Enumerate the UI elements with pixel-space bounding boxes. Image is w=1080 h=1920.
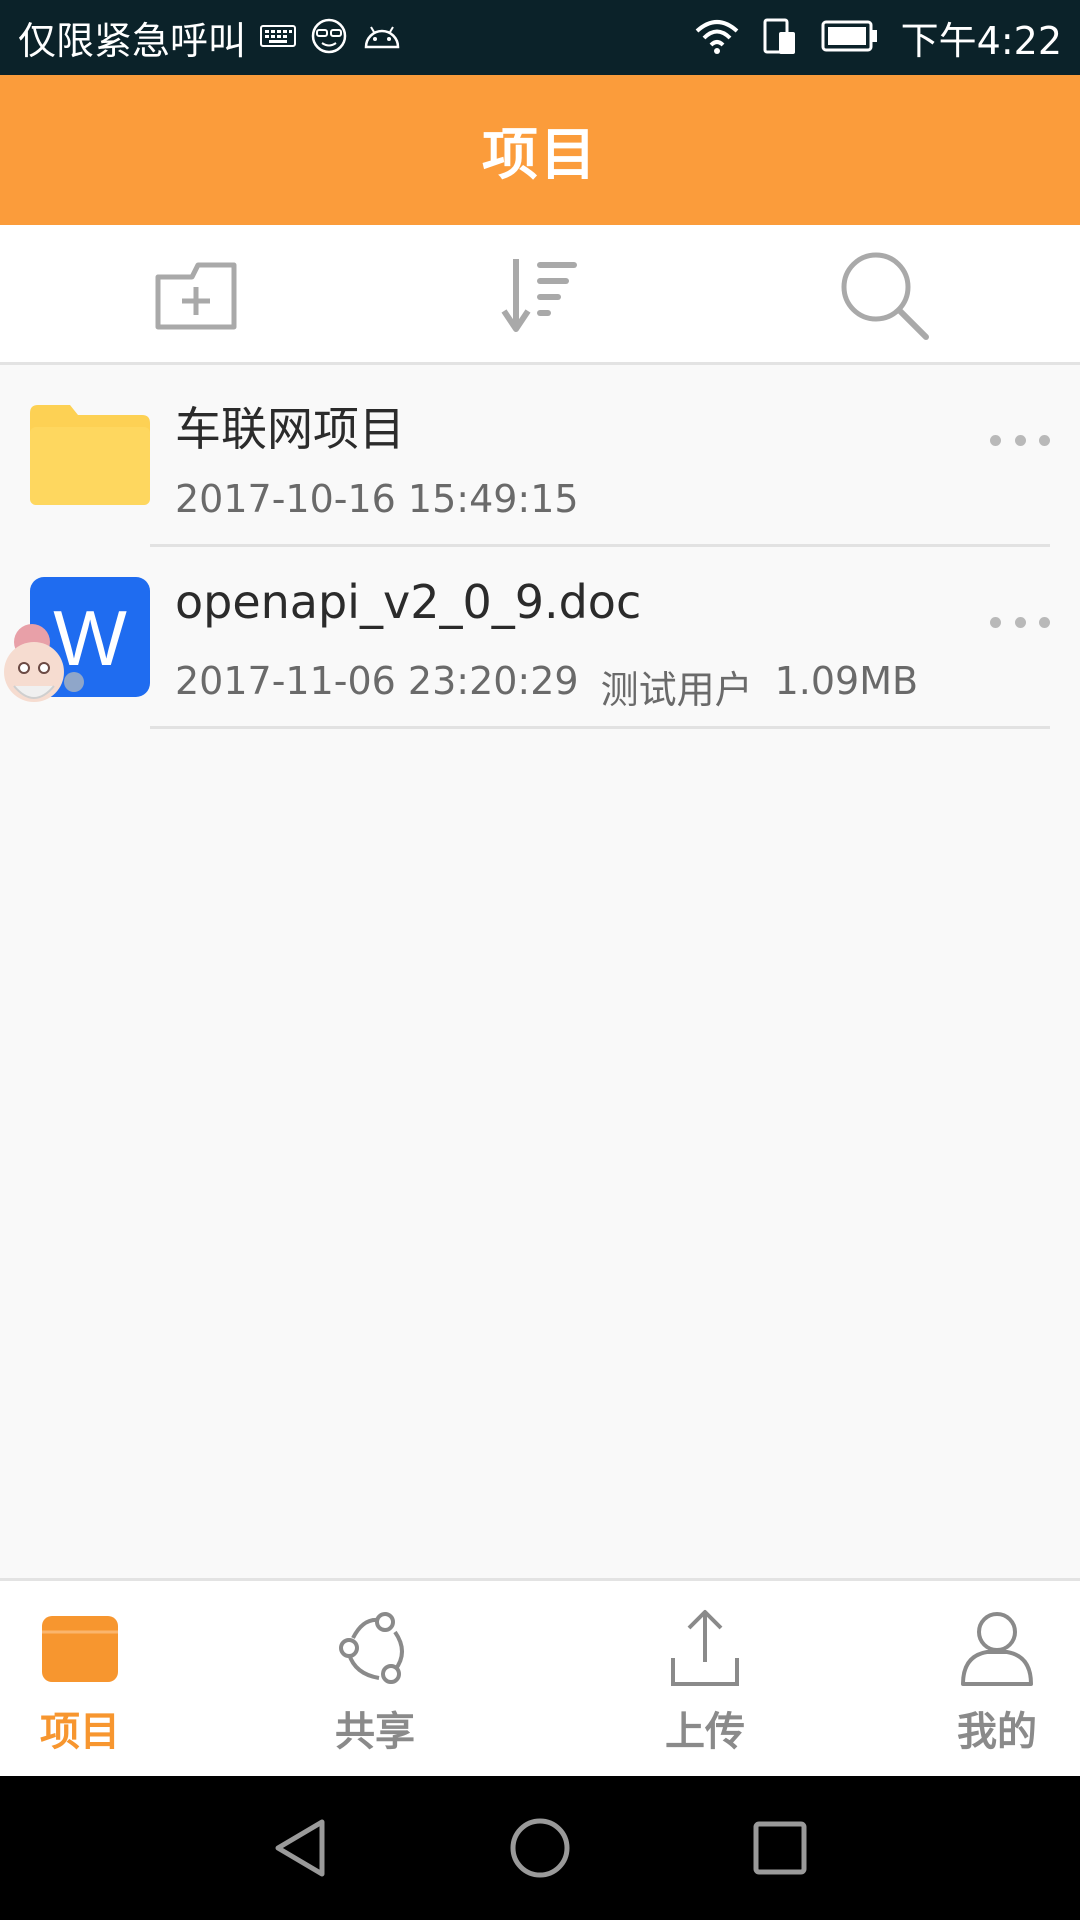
file-list: 车联网项目 2017-10-16 15:49:15 W openapi_v2_0… bbox=[0, 365, 1080, 729]
more-dot bbox=[1039, 616, 1050, 628]
more-dot bbox=[1014, 434, 1026, 446]
file-meta: 2017-11-06 23:20:29 测试用户 1.09MB bbox=[175, 659, 918, 714]
app-header: 项目 bbox=[0, 75, 1080, 225]
wifi-icon bbox=[693, 17, 741, 59]
folder-icon bbox=[30, 405, 150, 505]
floating-assistant-avatar[interactable] bbox=[0, 622, 86, 722]
file-name: 车联网项目 bbox=[175, 402, 405, 456]
list-item[interactable]: 车联网项目 2017-10-16 15:49:15 bbox=[0, 365, 1080, 547]
recent-apps-icon bbox=[753, 1821, 807, 1875]
sort-button[interactable] bbox=[490, 245, 590, 345]
face-icon bbox=[310, 17, 348, 59]
more-dot bbox=[1039, 434, 1050, 446]
battery-icon bbox=[821, 19, 879, 57]
file-owner: 测试用户 bbox=[600, 668, 753, 712]
upload-icon bbox=[660, 1603, 750, 1693]
share-icon bbox=[330, 1603, 420, 1693]
more-options-button[interactable] bbox=[990, 607, 1050, 637]
carrier-text: 仅限紧急呼叫 bbox=[18, 19, 247, 63]
more-dot bbox=[990, 434, 1001, 446]
status-bar-right: 下午4:22 bbox=[693, 0, 1062, 75]
keyboard-icon bbox=[260, 24, 297, 52]
system-navigation-bar bbox=[0, 1776, 1080, 1920]
nav-label: 上传 bbox=[665, 1709, 745, 1755]
nav-item-projects[interactable]: 项目 bbox=[0, 1581, 170, 1779]
list-item[interactable]: W openapi_v2_0_9.doc 2017-11-06 23:20:29… bbox=[0, 547, 1080, 729]
file-name: openapi_v2_0_9.doc bbox=[175, 575, 642, 629]
back-button[interactable] bbox=[260, 1808, 340, 1888]
recent-apps-button[interactable] bbox=[740, 1808, 820, 1888]
search-icon bbox=[841, 252, 929, 340]
nav-label: 共享 bbox=[335, 1709, 415, 1755]
file-date: 2017-11-06 23:20:29 bbox=[175, 659, 579, 703]
more-dot bbox=[1014, 616, 1026, 628]
file-meta: 2017-10-16 15:49:15 bbox=[175, 477, 579, 521]
profile-icon bbox=[952, 1603, 1042, 1693]
clock: 下午4:22 bbox=[900, 19, 1062, 63]
new-folder-button[interactable] bbox=[146, 245, 246, 345]
nav-label: 项目 bbox=[40, 1709, 120, 1755]
nav-item-upload[interactable]: 上传 bbox=[615, 1581, 795, 1779]
bottom-navigation: 项目 共享 上传 我的 bbox=[0, 1578, 1080, 1779]
android-icon bbox=[362, 21, 402, 55]
search-button[interactable] bbox=[834, 245, 934, 345]
more-options-button[interactable] bbox=[990, 425, 1050, 455]
status-bar-left: 仅限紧急呼叫 bbox=[18, 0, 402, 75]
action-toolbar bbox=[0, 225, 1080, 365]
home-icon bbox=[510, 1818, 570, 1878]
home-button[interactable] bbox=[500, 1808, 580, 1888]
page-title: 项目 bbox=[482, 122, 598, 188]
row-divider bbox=[150, 726, 1050, 729]
file-size: 1.09MB bbox=[774, 659, 919, 703]
more-dot bbox=[990, 616, 1001, 628]
project-icon bbox=[35, 1603, 125, 1693]
file-date: 2017-10-16 15:49:15 bbox=[175, 477, 579, 521]
nav-item-share[interactable]: 共享 bbox=[285, 1581, 465, 1779]
sim-icon bbox=[763, 16, 799, 60]
sort-icon bbox=[501, 259, 577, 332]
nav-label: 我的 bbox=[957, 1709, 1037, 1755]
nav-item-profile[interactable]: 我的 bbox=[907, 1581, 1080, 1779]
status-bar: 仅限紧急呼叫 下午4:22 bbox=[0, 0, 1080, 75]
back-icon bbox=[275, 1819, 325, 1877]
new-folder-icon bbox=[155, 262, 237, 330]
